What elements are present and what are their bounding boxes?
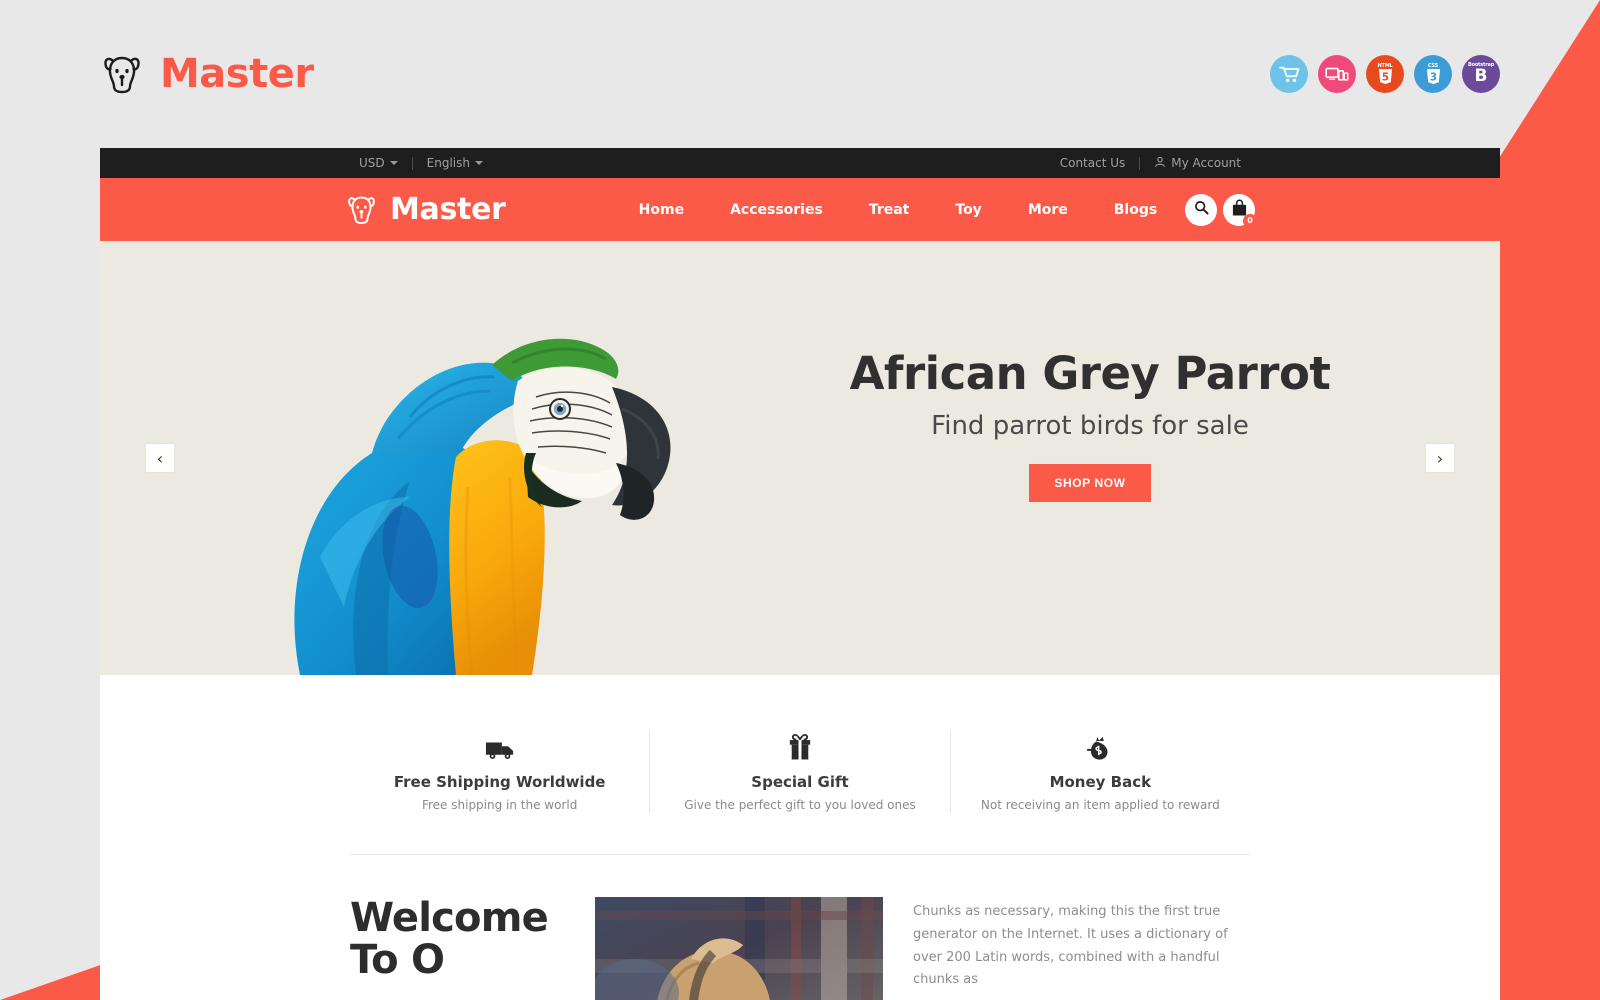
preview-header: Master HTML 5 CSS 3 Bootstrap B — [0, 0, 1600, 148]
site-name: Master — [390, 192, 506, 227]
hero-slider: African Grey Parrot Find parrot birds fo… — [100, 241, 1500, 675]
shop-now-button[interactable]: SHOP NOW — [1029, 463, 1151, 502]
service-caption: Give the perfect gift to you loved ones — [684, 798, 916, 812]
html5-badge: HTML 5 — [1366, 55, 1404, 93]
search-icon — [1194, 200, 1209, 219]
welcome-body: Chunks as necessary, making this the fir… — [913, 904, 1228, 988]
gift-icon — [788, 731, 812, 761]
nav-item-toy[interactable]: Toy — [932, 202, 1004, 218]
main-navigation: Master Home Accessories Treat Toy More B… — [100, 178, 1500, 241]
language-label: English — [426, 156, 470, 170]
site-logo[interactable]: Master — [345, 192, 506, 227]
search-button[interactable] — [1185, 193, 1217, 226]
contact-us-label: Contact Us — [1059, 156, 1126, 170]
currency-label: USD — [359, 156, 385, 170]
service-title: Money Back — [1049, 773, 1152, 791]
chevron-down-icon — [474, 161, 483, 165]
dog-head-icon — [100, 52, 144, 96]
nav-item-treat[interactable]: Treat — [846, 202, 933, 218]
service-title: Special Gift — [751, 773, 849, 791]
nav-menu: Home Accessories Treat Toy More Blogs — [616, 202, 1181, 218]
dog-head-icon — [345, 193, 378, 226]
service-money-back: Money Back Not receiving an item applied… — [949, 731, 1250, 812]
service-special-gift: Special Gift Give the perfect gift to yo… — [649, 731, 949, 812]
slider-prev-button[interactable]: ‹ — [146, 444, 174, 472]
cart-count-badge: 0 — [1243, 213, 1257, 228]
currency-selector[interactable]: USD — [345, 156, 412, 170]
welcome-photo — [595, 897, 883, 1000]
slider-next-button[interactable]: › — [1426, 444, 1454, 472]
technology-badges: HTML 5 CSS 3 Bootstrap B — [1270, 55, 1500, 93]
welcome-section: Welcome To O Chunks as necessary, making… — [100, 855, 1500, 1000]
my-account-link[interactable]: My Account — [1140, 156, 1255, 171]
service-caption: Not receiving an item applied to reward — [980, 798, 1220, 812]
service-caption: Free shipping in the world — [421, 798, 578, 812]
welcome-heading-wrap: Welcome To O — [350, 897, 565, 1000]
hero-title: African Grey Parrot — [849, 347, 1331, 400]
template-logo: Master — [100, 51, 314, 97]
site-preview: USD English Contact Us My Account Master… — [100, 148, 1500, 1000]
css3-badge: CSS 3 — [1414, 55, 1452, 93]
contact-us-link[interactable]: Contact Us — [1046, 156, 1140, 170]
nav-item-home[interactable]: Home — [616, 202, 707, 218]
user-icon — [1154, 156, 1166, 171]
bootstrap-badge: Bootstrap B — [1462, 55, 1500, 93]
svg-text:3: 3 — [1429, 71, 1436, 83]
hero-subtitle: Find parrot birds for sale — [931, 410, 1249, 441]
service-free-shipping: Free Shipping Worldwide Free shipping in… — [350, 731, 649, 812]
responsive-badge — [1318, 55, 1356, 93]
truck-icon — [485, 731, 515, 761]
nav-item-more[interactable]: More — [1005, 202, 1091, 218]
money-bag-icon — [1086, 731, 1114, 761]
welcome-title: Welcome To O — [350, 895, 549, 983]
nav-item-accessories[interactable]: Accessories — [707, 202, 846, 218]
template-name: Master — [160, 51, 314, 97]
bootstrap-badge-mark: B — [1474, 65, 1488, 86]
my-account-label: My Account — [1171, 156, 1241, 170]
chevron-down-icon — [389, 161, 398, 165]
service-title: Free Shipping Worldwide — [393, 773, 606, 791]
services-strip: Free Shipping Worldwide Free shipping in… — [100, 675, 1500, 812]
language-selector[interactable]: English — [413, 156, 497, 170]
opencart-badge — [1270, 55, 1308, 93]
cart-button[interactable]: 0 — [1223, 193, 1257, 228]
utility-bar: USD English Contact Us My Account — [100, 148, 1500, 178]
nav-actions: 0 — [1185, 193, 1257, 228]
svg-text:5: 5 — [1381, 71, 1388, 83]
nav-item-blogs[interactable]: Blogs — [1091, 202, 1180, 218]
hero-content: African Grey Parrot Find parrot birds fo… — [790, 349, 1390, 502]
parrot-image — [260, 257, 680, 675]
